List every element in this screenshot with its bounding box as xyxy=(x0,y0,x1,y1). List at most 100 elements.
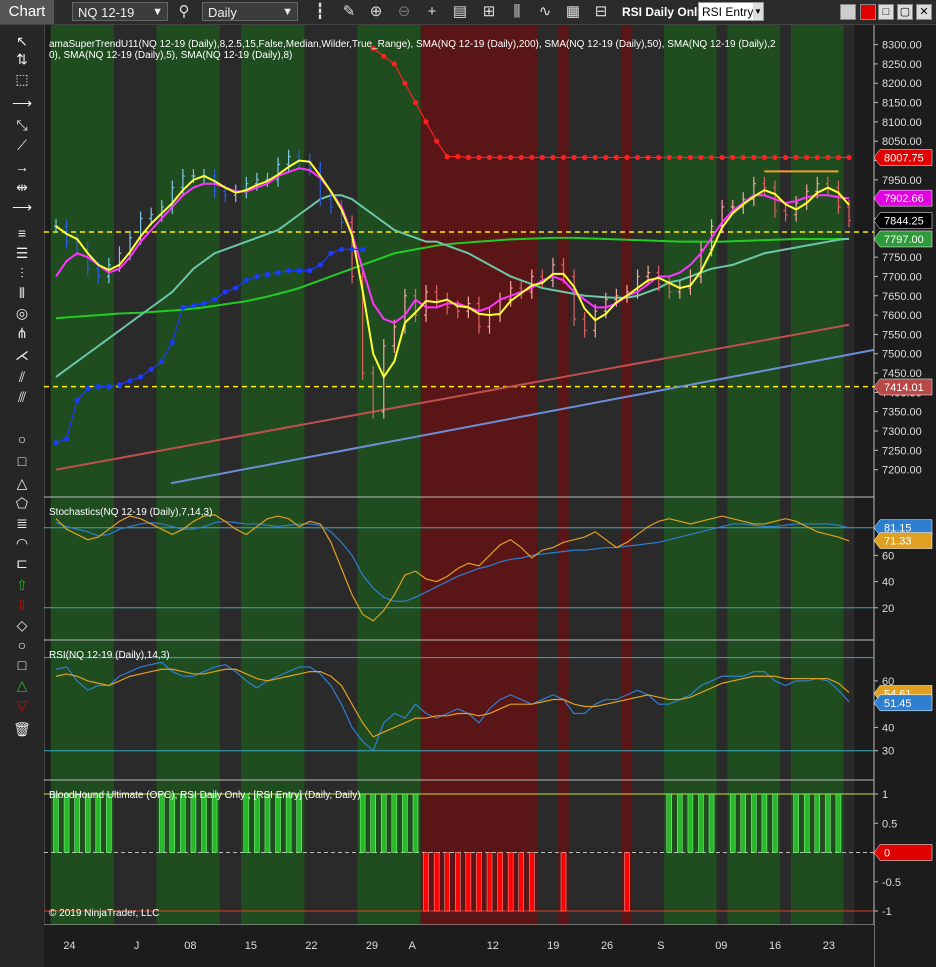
pointer-icon[interactable]: ↖ xyxy=(12,31,32,51)
stoch-tick-label: 20 xyxy=(882,603,894,615)
bh-bull-bar xyxy=(402,793,408,853)
bh-bull-bar xyxy=(158,793,165,853)
trend-channel-icon[interactable]: ⫻ xyxy=(12,387,32,407)
time-tick-label: 29 xyxy=(366,940,378,952)
triangle-icon[interactable]: △ xyxy=(12,473,32,493)
price-tick-label: 7750.00 xyxy=(882,252,922,264)
data-box-icon[interactable]: ⊞ xyxy=(479,2,499,22)
bh-bear-bar xyxy=(507,852,514,912)
stoch-tick-label: 60 xyxy=(882,550,894,562)
regression-channel-icon[interactable]: ⫽ xyxy=(12,367,32,387)
zoom-in-icon[interactable]: ⊕ xyxy=(366,2,386,22)
ellipse-icon[interactable]: ○ xyxy=(12,429,32,449)
bh-bull-bar xyxy=(729,793,736,853)
arrow-up-icon[interactable]: ⇧ xyxy=(12,575,32,595)
restore-button[interactable]: □ xyxy=(878,4,894,20)
price-tick-label: 7250.00 xyxy=(882,445,922,457)
time-tick-label: 08 xyxy=(184,940,196,952)
fib-circle-icon[interactable]: ◎ xyxy=(12,303,32,323)
attach-icon[interactable]: ⊟ xyxy=(591,2,611,22)
bh-bear-bar xyxy=(518,852,524,912)
bar-style-icon[interactable]: ┇ xyxy=(310,2,330,22)
crosshair-icon[interactable]: + xyxy=(422,2,442,22)
time-tick-label: 26 xyxy=(601,940,613,952)
bh-bull-bar xyxy=(95,793,102,853)
stoch-k-marker-text: 71.33 xyxy=(884,536,912,548)
chart-tab[interactable]: Chart xyxy=(0,0,54,24)
strategies-icon[interactable]: ∿ xyxy=(535,2,555,22)
strategy-dropdown[interactable]: RSI Entry ▼ xyxy=(698,2,764,21)
text-icon[interactable]: ⊏ xyxy=(12,553,32,573)
minimize-button[interactable] xyxy=(840,4,856,20)
price-indicator-label-line1: amaSuperTrendU11(NQ 12-19 (Daily),8,2.5,… xyxy=(49,39,776,50)
price-tick-label: 7500.00 xyxy=(882,349,922,361)
fib-extension-icon[interactable]: ⫶ xyxy=(12,263,32,283)
price-tick-label: 7700.00 xyxy=(882,271,922,283)
andrews-pitchfork-icon[interactable]: ⋔ xyxy=(12,323,32,343)
indicators-icon[interactable]: ⫼ xyxy=(507,2,527,22)
rsi-marker: 51.45 xyxy=(873,694,933,712)
price-tick-label: 8300.00 xyxy=(882,40,922,52)
bh-bear-bar xyxy=(497,852,503,912)
triangle-down-icon[interactable]: ▽ xyxy=(12,695,32,715)
rectangle-icon[interactable]: □ xyxy=(12,451,32,471)
properties-icon[interactable]: ▤ xyxy=(450,2,470,22)
extended-line-icon[interactable]: ⇹ xyxy=(12,177,32,197)
chart-area[interactable]: 24 J 08 15 22 29 A 12 19 26 S 09 16 23 8300.00 8250.00… xyxy=(44,25,936,967)
close-button[interactable]: ✕ xyxy=(916,4,932,20)
trash-icon[interactable]: 🗑 xyxy=(12,719,32,739)
bh-bull-bar xyxy=(825,793,831,853)
rsi-tick-label: 30 xyxy=(882,746,894,758)
chart-toolbar: Chart NQ 12-19 ▼ ⚲ Daily ▼ ┇ ✎ ⊕ ⊖ + ▤ ⊞ ⫼… xyxy=(0,0,936,25)
bh-bull-bar xyxy=(243,793,250,853)
trend-line-icon[interactable]: ⟋ xyxy=(12,135,32,155)
arrow-line-icon[interactable]: ⟶ xyxy=(12,197,32,217)
bh-bear-bar xyxy=(433,852,440,912)
rsi-marker-text: 51.45 xyxy=(884,698,912,710)
period-selector[interactable]: Daily ▼ xyxy=(202,2,298,21)
triangle-up-icon[interactable]: △ xyxy=(12,675,32,695)
bh-bull-bar xyxy=(370,793,376,853)
diamond-icon[interactable]: ◇ xyxy=(12,615,32,635)
fib-levels-icon[interactable]: ☰ xyxy=(12,243,32,263)
square-icon[interactable]: □ xyxy=(12,655,32,675)
fib-time-icon[interactable]: ⦀ xyxy=(12,283,32,303)
move-icon[interactable]: ⇅ xyxy=(12,49,32,69)
horizontal-line-icon[interactable]: ≡ xyxy=(12,223,32,243)
price-tick-label: 7950.00 xyxy=(882,175,922,187)
strategy-label: RSI Daily Only xyxy=(622,5,705,19)
ray-icon[interactable]: → xyxy=(12,157,32,177)
region-highlight-icon[interactable]: ≣ xyxy=(12,513,32,533)
zoom-out-icon[interactable]: ⊖ xyxy=(394,2,414,22)
supertrend-price-marker: 8007.75 xyxy=(873,149,933,166)
bh-bull-bar xyxy=(814,793,821,853)
arrow-down-icon[interactable]: ⇩ xyxy=(12,595,32,615)
time-tick-label: 19 xyxy=(547,940,559,952)
alert-button[interactable] xyxy=(860,4,876,20)
gann-fan-icon[interactable]: ⋌ xyxy=(12,345,32,365)
instrument-selector[interactable]: NQ 12-19 ▼ xyxy=(72,2,168,21)
search-icon[interactable]: ⚲ xyxy=(174,2,194,22)
dot-icon[interactable]: ○ xyxy=(12,635,32,655)
chevron-down-icon: ▼ xyxy=(152,6,163,18)
bh-bull-bar xyxy=(666,793,673,853)
templates-icon[interactable]: ▦ xyxy=(563,2,583,22)
maximize-button[interactable]: ▢ xyxy=(897,4,913,20)
time-tick-label: 15 xyxy=(245,940,257,952)
horizontal-ray-icon[interactable]: ⟶ xyxy=(12,93,32,113)
bh-bear-bar xyxy=(444,852,450,912)
pencil-icon[interactable]: ✎ xyxy=(339,2,359,22)
ruler-icon[interactable]: ⤡ xyxy=(12,115,32,135)
bh-bull-bar xyxy=(190,793,197,853)
bh-value-marker: 0 xyxy=(873,844,933,861)
sma200-price-marker: 7414.01 xyxy=(873,378,933,396)
bh-bull-bar xyxy=(391,793,398,853)
time-axis-bg xyxy=(44,925,874,967)
bh-bear-bar xyxy=(486,852,493,912)
bh-bear-bar xyxy=(455,852,461,912)
last-price-marker-text: 7844.25 xyxy=(884,216,924,228)
polygon-icon[interactable]: ⬠ xyxy=(12,493,32,513)
arc-icon[interactable]: ◠ xyxy=(12,533,32,553)
select-region-icon[interactable]: ⬚ xyxy=(12,69,32,89)
sma-price-marker-text: 7902.66 xyxy=(884,193,924,205)
